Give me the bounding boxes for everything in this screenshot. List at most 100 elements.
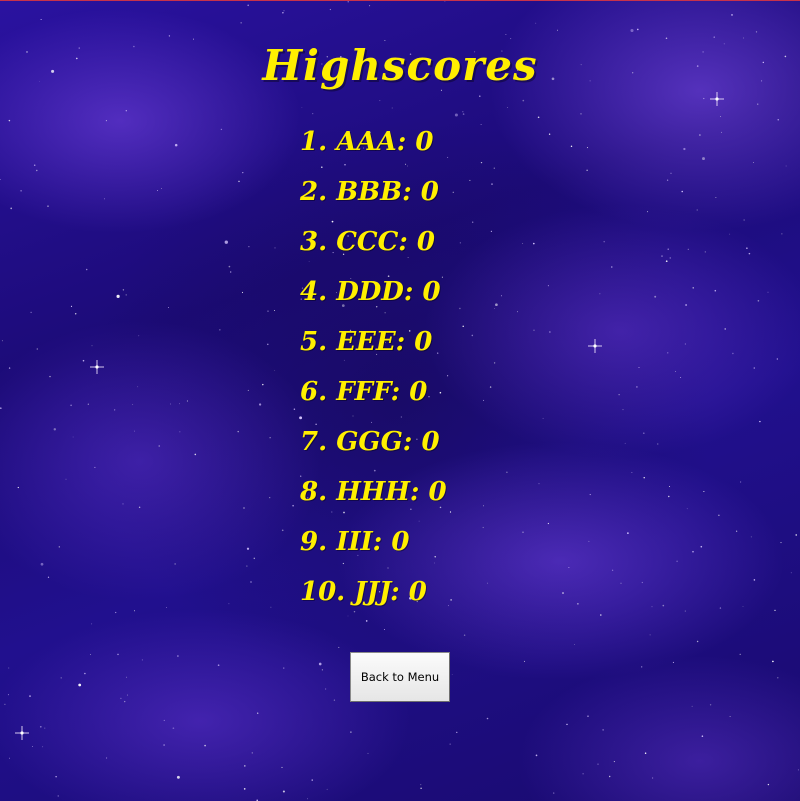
star xyxy=(8,367,11,369)
star xyxy=(471,334,474,337)
star xyxy=(562,592,564,594)
star xyxy=(248,246,250,248)
star xyxy=(172,727,175,730)
star xyxy=(500,295,502,297)
star xyxy=(7,694,9,696)
star xyxy=(494,307,496,309)
sparkle-star xyxy=(15,726,29,740)
star xyxy=(137,386,139,388)
star xyxy=(608,775,611,778)
star xyxy=(70,404,72,407)
star xyxy=(49,375,51,378)
star xyxy=(85,268,88,271)
star xyxy=(244,765,246,767)
star xyxy=(219,329,221,331)
star xyxy=(125,110,127,112)
star xyxy=(450,599,452,601)
star xyxy=(630,28,634,33)
star xyxy=(120,697,122,700)
star xyxy=(797,769,799,771)
star xyxy=(692,550,694,553)
star xyxy=(292,504,294,507)
star xyxy=(547,522,550,525)
star xyxy=(267,343,269,346)
star xyxy=(742,606,744,607)
star xyxy=(78,683,82,687)
star xyxy=(549,331,551,333)
star xyxy=(696,640,699,643)
star xyxy=(533,329,535,331)
star xyxy=(124,700,126,703)
star xyxy=(568,567,570,569)
star xyxy=(753,367,756,369)
star xyxy=(36,348,38,350)
back-to-menu-button[interactable]: Back to Menu xyxy=(350,652,450,702)
star xyxy=(449,743,451,745)
star xyxy=(456,731,458,734)
star xyxy=(644,752,647,754)
star xyxy=(257,712,259,714)
star xyxy=(684,610,686,612)
star xyxy=(104,198,105,200)
star xyxy=(367,752,369,754)
star xyxy=(505,34,507,35)
highscore-entry: 6. FFF: 0 xyxy=(300,377,428,407)
star xyxy=(60,677,62,679)
star xyxy=(247,389,249,391)
star xyxy=(753,162,755,164)
star xyxy=(586,147,588,149)
star xyxy=(134,430,135,432)
star xyxy=(246,547,250,550)
star xyxy=(613,761,615,763)
star xyxy=(482,505,485,507)
sparkle-star xyxy=(710,92,724,106)
star xyxy=(463,634,466,636)
star xyxy=(274,247,276,249)
star xyxy=(750,536,752,538)
star xyxy=(273,309,276,312)
star xyxy=(709,704,712,706)
star xyxy=(141,659,143,661)
star xyxy=(715,196,717,198)
star xyxy=(665,37,668,39)
star xyxy=(270,606,272,608)
star xyxy=(649,634,651,636)
star xyxy=(685,304,688,306)
star xyxy=(347,1,349,3)
star xyxy=(116,294,120,298)
star xyxy=(369,5,371,7)
star xyxy=(588,540,590,542)
star xyxy=(65,478,67,480)
star xyxy=(757,103,759,105)
star xyxy=(40,562,44,566)
game-screen: Highscores 1. AAA: 0 2. BBB: 0 3. CCC: 0… xyxy=(0,0,800,801)
star xyxy=(570,145,573,148)
star xyxy=(667,248,669,250)
star xyxy=(91,345,93,347)
star xyxy=(57,795,59,797)
star xyxy=(675,371,677,372)
star xyxy=(174,143,178,147)
star xyxy=(547,285,549,287)
star xyxy=(657,443,659,445)
star xyxy=(641,581,643,584)
star xyxy=(220,128,223,131)
star xyxy=(0,179,1,181)
screen-title: Highscores xyxy=(262,41,538,90)
star xyxy=(329,8,332,11)
star xyxy=(420,784,422,786)
star xyxy=(652,777,654,779)
star xyxy=(668,485,671,488)
highscore-entry: 2. BBB: 0 xyxy=(300,177,439,207)
star xyxy=(535,22,537,24)
star xyxy=(482,526,484,529)
star xyxy=(36,169,38,172)
star xyxy=(126,676,128,678)
star xyxy=(627,532,629,534)
star xyxy=(8,757,10,759)
star xyxy=(683,147,686,151)
star xyxy=(493,362,496,364)
star xyxy=(166,607,168,609)
star xyxy=(785,165,787,167)
star xyxy=(611,569,614,571)
